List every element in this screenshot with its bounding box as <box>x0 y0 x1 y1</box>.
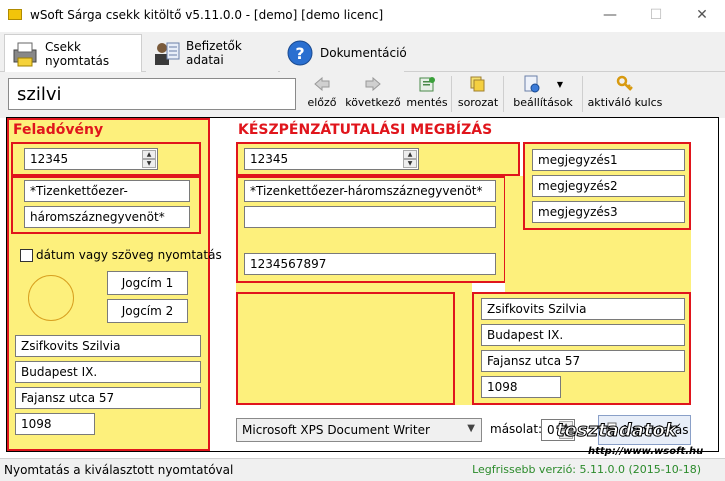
tab-csekk-nyomtatas[interactable]: Csekk nyomtatás <box>4 34 142 73</box>
transfer-blank-field[interactable] <box>244 206 496 228</box>
next-button[interactable]: következő <box>343 74 403 114</box>
transfer-amount-input[interactable]: 12345 ▲ ▼ <box>244 148 419 170</box>
status-text: Nyomtatás a kiválasztott nyomtatóval <box>4 463 234 477</box>
stamp-circle <box>28 275 74 321</box>
settings-doc-icon: ▼ <box>507 74 579 94</box>
spin-up-icon[interactable]: ▲ <box>403 150 417 159</box>
key-icon <box>586 74 664 94</box>
sender-heading: Feladóvény <box>13 122 104 138</box>
printer-select[interactable]: Microsoft XPS Document Writer ▼ <box>236 418 482 442</box>
close-button[interactable]: ✕ <box>679 0 725 30</box>
sender-amount-value: 12345 <box>30 152 69 166</box>
tab-bar: Csekk nyomtatás Befizetők adatai ? Dokum… <box>0 32 725 73</box>
transfer-heading: KÉSZPÉNZÁTUTALÁSI MEGBÍZÁS <box>238 122 493 138</box>
print-date-checkbox[interactable] <box>20 249 33 262</box>
window-title: wSoft Sárga csekk kitöltő v5.11.0.0 - [d… <box>30 8 384 22</box>
toolbar-separator <box>582 76 583 112</box>
app-icon <box>8 9 22 20</box>
dropdown-arrow-icon: ▼ <box>556 79 564 89</box>
sender-amount-words-2[interactable]: háromszáznegyvenöt* <box>24 206 190 228</box>
transfer-amount-value: 12345 <box>250 152 289 166</box>
watermark-text: tesztadatok <box>556 420 678 442</box>
save-label: mentés <box>406 96 448 109</box>
series-label: sorozat <box>457 96 499 109</box>
spin-up-icon[interactable]: ▲ <box>142 150 156 159</box>
printer-selected-value: Microsoft XPS Document Writer <box>242 423 430 437</box>
recipient-zip-field[interactable]: 1098 <box>481 376 561 398</box>
sender-name-field[interactable]: Zsifkovits Szilvia <box>15 335 201 357</box>
sender-street-field[interactable]: Fajansz utca 57 <box>15 387 201 409</box>
recipient-name-field[interactable]: Zsifkovits Szilvia <box>481 298 685 320</box>
sender-amount-input[interactable]: 12345 ▲ ▼ <box>24 148 158 170</box>
activate-label: aktiváló kulcs <box>587 96 663 109</box>
spinner-arrows[interactable]: ▲ ▼ <box>142 150 156 168</box>
prev-button[interactable]: előző <box>304 74 340 114</box>
copies-label: másolat: <box>490 422 543 436</box>
toolbar-separator <box>451 76 452 112</box>
title-bar: wSoft Sárga csekk kitöltő v5.11.0.0 - [d… <box>0 0 725 32</box>
sender-zip-field[interactable]: 1098 <box>15 413 95 435</box>
tab-label: Csekk nyomtatás <box>45 40 110 68</box>
toolbar-separator <box>503 76 504 112</box>
recipient-street-field[interactable]: Fajansz utca 57 <box>481 350 685 372</box>
copies-value: 0 <box>547 423 555 437</box>
settings-button[interactable]: ▼ beállítások <box>507 74 579 114</box>
title2-field[interactable]: Jogcím 2 <box>107 299 188 323</box>
printer-icon <box>11 40 39 68</box>
search-input[interactable] <box>8 78 296 110</box>
tab-label: Befizetők adatai <box>186 39 242 67</box>
arrow-left-icon <box>304 74 340 94</box>
settings-label: beállítások <box>513 96 573 109</box>
maximize-button[interactable]: ☐ <box>633 0 679 30</box>
chevron-down-icon: ▼ <box>467 423 475 434</box>
note2-field[interactable]: megjegyzés2 <box>532 175 685 197</box>
version-link[interactable]: Legfrissebb verzió: 5.11.0.0 (2015-10-18… <box>472 463 701 476</box>
note3-field[interactable]: megjegyzés3 <box>532 201 685 223</box>
spin-down-icon[interactable]: ▼ <box>403 159 417 168</box>
save-button[interactable]: mentés <box>406 74 448 114</box>
note1-field[interactable]: megjegyzés1 <box>532 149 685 171</box>
series-button[interactable]: sorozat <box>455 74 501 114</box>
tab-label: Dokumentáció <box>320 46 407 60</box>
arrow-right-icon <box>343 74 403 94</box>
stack-icon <box>455 74 501 94</box>
activate-key-button[interactable]: aktiváló kulcs <box>586 74 664 114</box>
transfer-account-field[interactable]: 1234567897 <box>244 253 496 275</box>
status-bar: Nyomtatás a kiválasztott nyomtatóval Leg… <box>0 458 725 481</box>
sender-city-field[interactable]: Budapest IX. <box>15 361 201 383</box>
spinner-arrows[interactable]: ▲ ▼ <box>403 150 417 168</box>
person-list-icon <box>152 39 180 67</box>
watermark-url: http://www.wsoft.hu <box>588 446 704 457</box>
tab-dokumentacio[interactable]: ? Dokumentáció <box>280 34 407 72</box>
print-date-label: dátum vagy szöveg nyomtatás <box>36 248 222 262</box>
title1-field[interactable]: Jogcím 1 <box>107 271 188 295</box>
tab-befizetok-adatai[interactable]: Befizetők adatai <box>146 34 278 72</box>
transfer-stamp-box <box>236 292 455 405</box>
minimize-button[interactable]: — <box>587 0 633 30</box>
prev-label: előző <box>307 96 337 109</box>
help-icon: ? <box>286 39 314 67</box>
svg-text:?: ? <box>295 44 304 63</box>
spin-down-icon[interactable]: ▼ <box>142 159 156 168</box>
sender-amount-words-1[interactable]: *Tizenkettőezer- <box>24 180 190 202</box>
save-icon <box>406 74 448 94</box>
next-label: következő <box>345 96 401 109</box>
transfer-amount-words[interactable]: *Tizenkettőezer-háromszáznegyvenöt* <box>244 180 496 202</box>
recipient-city-field[interactable]: Budapest IX. <box>481 324 685 346</box>
